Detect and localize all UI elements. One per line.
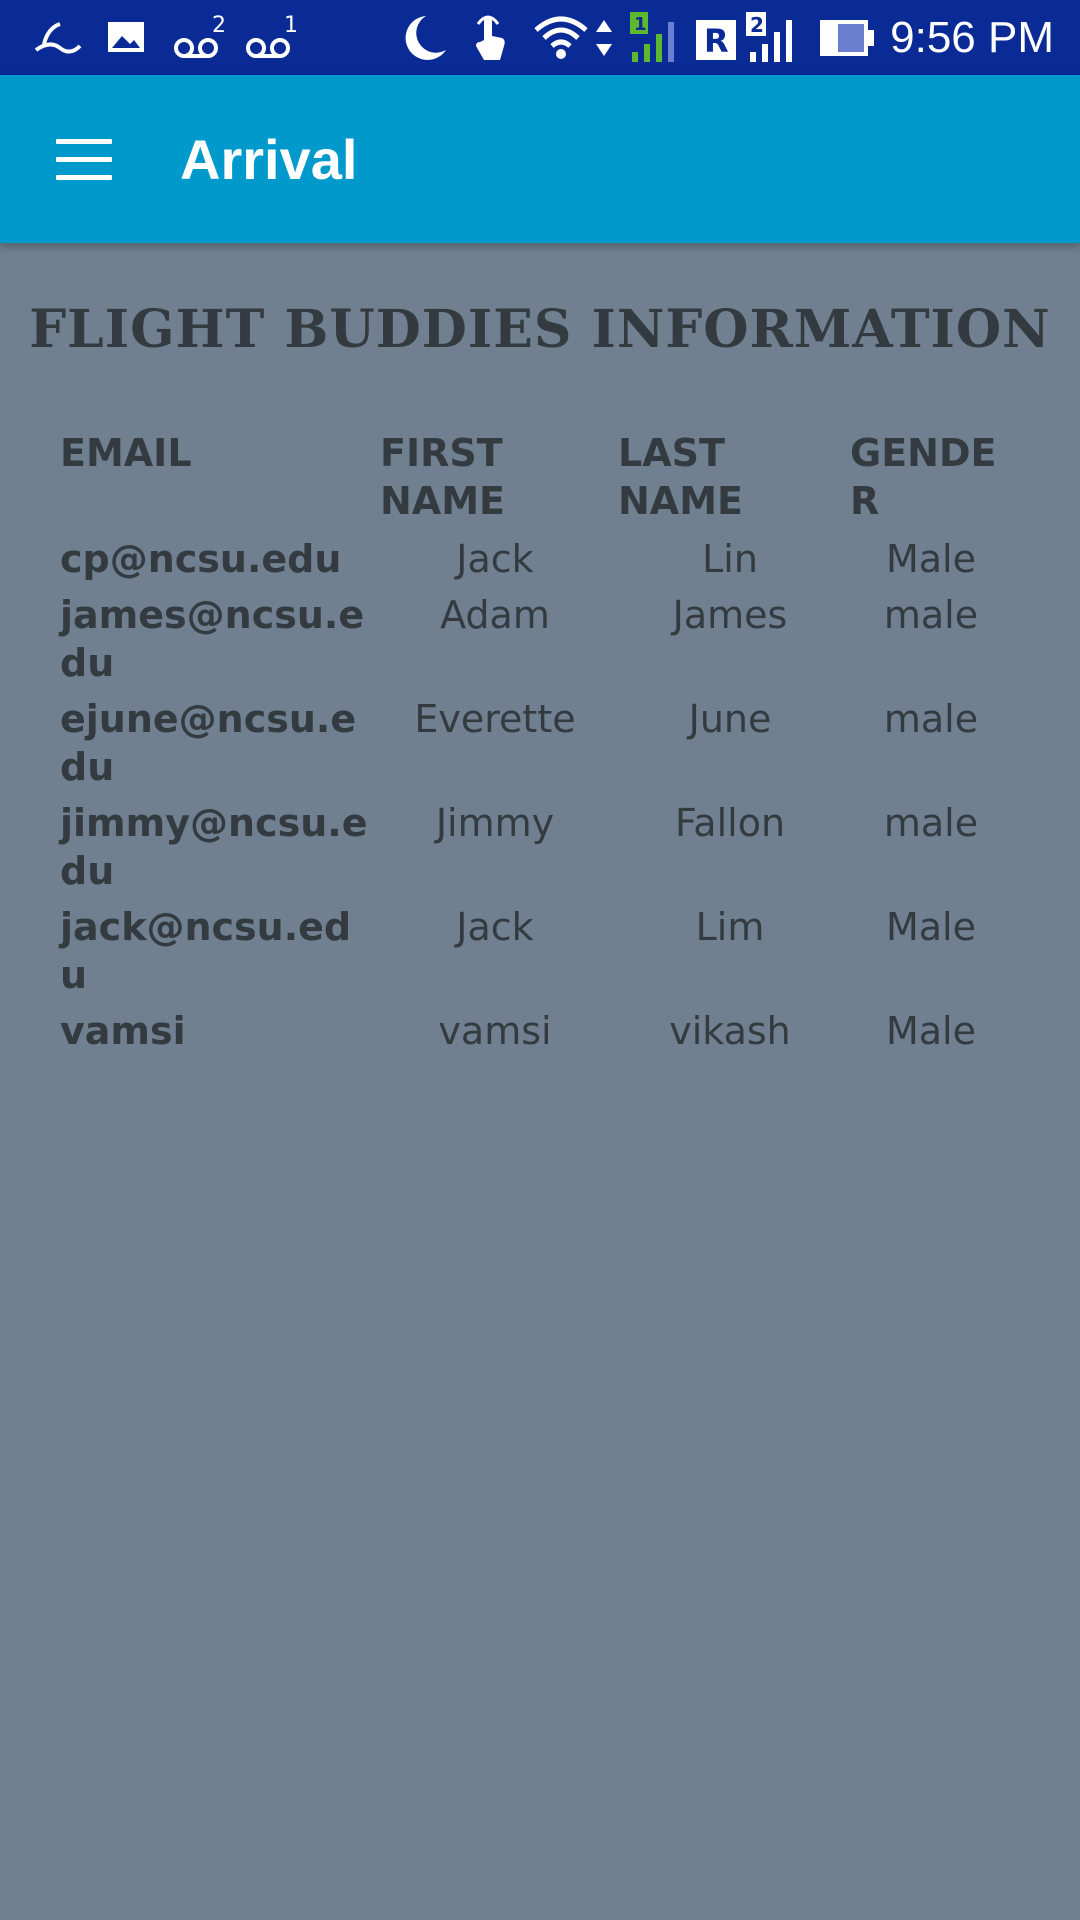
cell-first-name: Everette (414, 697, 576, 741)
status-time: 9:56 PM (890, 13, 1054, 62)
app-bar: Arrival (0, 75, 1080, 243)
cell-last-name: June (688, 697, 772, 741)
cell-email: jimmy@ncsu.edu (60, 801, 368, 893)
header-email: EMAIL (60, 431, 192, 475)
cell-gender: Male (885, 1009, 976, 1053)
cell-first-name: vamsi (438, 1009, 552, 1053)
cell-last-name: Fallon (674, 801, 786, 845)
table-row: james@ncsu.edu Adam James male (56, 587, 1016, 691)
table-row: ejune@ncsu.edu Everette June male (56, 691, 1016, 795)
cell-first-name: Jack (456, 905, 534, 949)
table-row: jack@ncsu.edu Jack Lim Male (56, 899, 1016, 1003)
header-last-name: LAST NAME (618, 431, 743, 523)
wifi-icon (534, 16, 588, 59)
svg-text:1: 1 (284, 13, 298, 38)
svg-text:2: 2 (212, 13, 226, 38)
cell-email: james@ncsu.edu (60, 593, 365, 685)
page-heading: FLIGHT BUDDIES INFORMATION (29, 299, 1051, 360)
cell-gender: male (883, 801, 979, 845)
data-arrows-icon (596, 20, 612, 56)
cell-last-name: Lim (695, 905, 765, 949)
signal-sim2-icon: 2 (746, 12, 792, 62)
table-row: jimmy@ncsu.edu Jimmy Fallon male (56, 795, 1016, 899)
voicemail-2-icon: 2 (174, 13, 226, 58)
cell-gender: male (883, 697, 979, 741)
table-row: cp@ncsu.edu Jack Lin Male (56, 531, 1016, 587)
battery-icon (820, 20, 874, 56)
voicemail-1-icon: 1 (246, 13, 298, 58)
svg-text:R: R (704, 22, 729, 60)
header-first-name: FIRST NAME (380, 431, 505, 523)
svg-text:2: 2 (750, 13, 764, 37)
yahoo-weather-icon (34, 22, 82, 54)
cell-email: cp@ncsu.edu (60, 537, 342, 581)
cell-first-name: Jimmy (435, 801, 555, 845)
roaming-r-icon: R (696, 20, 736, 60)
cell-gender: male (883, 593, 979, 637)
header-gender: GENDER (850, 431, 997, 523)
cell-gender: Male (885, 537, 976, 581)
signal-sim1-icon: 1 (630, 12, 674, 62)
image-icon (108, 22, 144, 52)
cell-email: jack@ncsu.edu (60, 905, 352, 997)
cell-first-name: Jack (456, 537, 534, 581)
cell-last-name: James (672, 593, 788, 637)
svg-text:1: 1 (634, 14, 647, 35)
cell-email: vamsi (60, 1009, 186, 1053)
cell-last-name: vikash (669, 1009, 791, 1053)
cell-last-name: Lin (702, 537, 758, 581)
table-header-row: EMAIL FIRST NAME LAST NAME GENDER (56, 423, 1016, 531)
cell-gender: Male (885, 905, 976, 949)
do-not-disturb-moon-icon (405, 16, 446, 60)
flight-buddies-table: EMAIL FIRST NAME LAST NAME GENDER cp@ncs… (56, 423, 1016, 1059)
hamburger-menu-icon[interactable] (40, 119, 126, 199)
app-title: Arrival (180, 128, 358, 191)
status-bar: 2 1 1 R 2 9:56 PM (0, 0, 1080, 75)
cell-first-name: Adam (440, 593, 550, 637)
table-row: vamsi vamsi vikash Male (56, 1003, 1016, 1059)
touch-hand-icon (476, 15, 505, 60)
cell-email: ejune@ncsu.edu (60, 697, 357, 789)
